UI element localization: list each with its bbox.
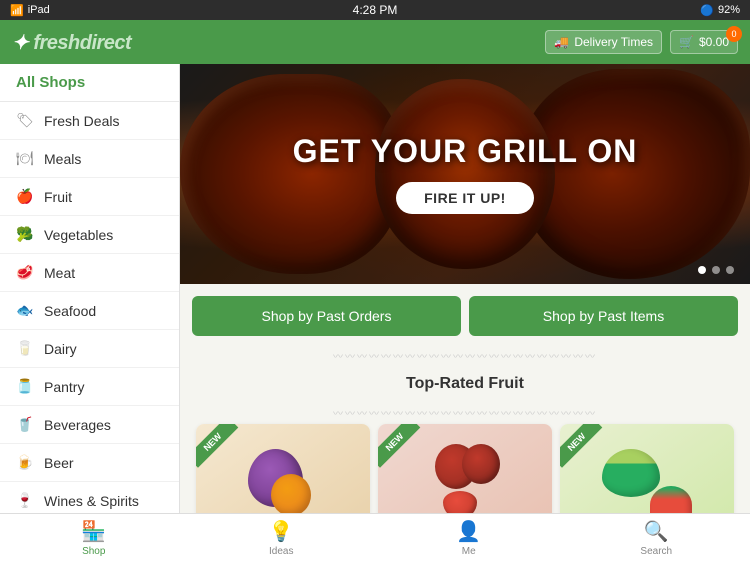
sidebar-item-meat[interactable]: 🥩 Meat [0,254,179,292]
ideas-nav-label: Ideas [269,546,293,557]
sidebar-label-vegetables: Vegetables [44,227,113,243]
sidebar-label-wines: Wines & Spirits [44,493,139,509]
sidebar-item-wines[interactable]: 🍷 Wines & Spirits [0,482,179,513]
hero-text: GET YOUR GRILL ON FIRE IT UP! [293,134,638,213]
hero-title: GET YOUR GRILL ON [293,134,638,169]
sidebar-label-seafood: Seafood [44,303,96,319]
shop-buttons-row: Shop by Past Orders Shop by Past Items [180,284,750,348]
sidebar-header: All Shops [0,64,179,102]
shop-nav-label: Shop [82,546,105,557]
beer-icon: 🍺 [16,454,34,471]
hero-cta-button[interactable]: FIRE IT UP! [396,182,534,214]
sidebar-label-meat: Meat [44,265,75,281]
header-actions: 🚚 Delivery Times 🛒 $0.00 0 [545,30,738,54]
search-nav-icon: 🔍 [644,519,669,544]
tag-icon: 🏷 [16,112,34,129]
search-nav-label: Search [640,546,672,557]
sidebar-item-fruit[interactable]: 🍎 Fruit [0,178,179,216]
nav-item-search[interactable]: 🔍 Search [563,515,750,561]
sidebar-item-vegetables[interactable]: 🥦 Vegetables [0,216,179,254]
watermelon-shape [602,449,660,497]
hero-dots [698,266,734,274]
sidebar: All Shops 🏷 Fresh Deals 🍽 Meals 🍎 Fruit … [0,64,180,513]
hero-dot-3[interactable] [726,266,734,274]
product-card-1: Family Tree Farms Summer Punch Plumcot [378,424,552,513]
beverages-icon: 🥤 [16,416,34,433]
status-time: 4:28 PM [353,3,398,17]
sidebar-item-seafood[interactable]: 🐟 Seafood [0,292,179,330]
hero-banner: GET YOUR GRILL ON FIRE IT UP! [180,64,750,284]
product-image-0 [196,424,370,513]
status-right: 🔵 92% [700,4,740,17]
vegetables-icon: 🥦 [16,226,34,243]
battery-label: 92% [718,4,740,16]
wavy-divider-top: 〰〰〰〰〰〰〰〰〰〰〰〰〰〰〰〰〰〰〰〰〰〰 [180,348,750,367]
nav-item-ideas[interactable]: 💡 Ideas [188,515,376,561]
sidebar-label-fresh-deals: Fresh Deals [44,113,119,129]
cherry2-shape [462,444,500,484]
product-cards-row: Family Tree Farms Purple Aprium [180,424,750,513]
sidebar-label-meals: Meals [44,151,81,167]
sidebar-item-beverages[interactable]: 🥤 Beverages [0,406,179,444]
bottom-navigation: 🏪 Shop 💡 Ideas 👤 Me 🔍 Search [0,513,750,562]
status-left: 📶 iPad [10,4,50,17]
sidebar-label-pantry: Pantry [44,379,84,395]
dairy-icon: 🥛 [16,340,34,357]
sidebar-label-beverages: Beverages [44,417,111,433]
product-image-1 [378,424,552,513]
meals-icon: 🍽 [16,150,34,167]
product-image-2 [560,424,734,513]
sidebar-label-dairy: Dairy [44,341,77,357]
app-logo: ✦ freshdirect [12,30,131,55]
cart-icon: 🛒 [679,35,694,49]
sidebar-item-pantry[interactable]: 🫙 Pantry [0,368,179,406]
wine-icon: 🍷 [16,492,34,509]
nav-item-shop[interactable]: 🏪 Shop [0,515,188,561]
sidebar-label-fruit: Fruit [44,189,72,205]
delivery-times-button[interactable]: 🚚 Delivery Times [545,30,662,54]
meat-icon: 🥩 [16,264,34,281]
strawberry-shape [443,491,477,513]
main-content: GET YOUR GRILL ON FIRE IT UP! Shop by Pa… [180,64,750,513]
peach-shape [271,474,311,513]
wavy-divider-bottom: 〰〰〰〰〰〰〰〰〰〰〰〰〰〰〰〰〰〰〰〰〰〰 [180,405,750,424]
sidebar-item-beer[interactable]: 🍺 Beer [0,444,179,482]
main-layout: All Shops 🏷 Fresh Deals 🍽 Meals 🍎 Fruit … [0,64,750,513]
cart-badge: 0 [726,26,742,42]
ideas-nav-icon: 💡 [269,519,294,544]
nav-item-me[interactable]: 👤 Me [375,515,563,561]
pantry-icon: 🫙 [16,378,34,395]
sidebar-item-dairy[interactable]: 🥛 Dairy [0,330,179,368]
watermelon-half-shape [650,486,692,513]
fruit-icon: 🍎 [16,188,34,205]
hero-dot-1[interactable] [698,266,706,274]
sidebar-label-beer: Beer [44,455,74,471]
carrier-label: iPad [28,4,50,16]
cart-button[interactable]: 🛒 $0.00 0 [670,30,738,54]
section-title-top-rated-fruit: Top-Rated Fruit [180,367,750,405]
me-nav-icon: 👤 [456,519,481,544]
hero-dot-2[interactable] [712,266,720,274]
me-nav-label: Me [462,546,476,557]
wifi-icon: 📶 [10,4,24,17]
product-card-0: Family Tree Farms Purple Aprium [196,424,370,513]
app-header: ✦ freshdirect 🚚 Delivery Times 🛒 $0.00 0 [0,20,750,64]
shop-past-orders-button[interactable]: Shop by Past Orders [192,296,461,336]
seafood-icon: 🐟 [16,302,34,319]
shop-past-items-button[interactable]: Shop by Past Items [469,296,738,336]
truck-icon: 🚚 [554,35,569,49]
sidebar-item-fresh-deals[interactable]: 🏷 Fresh Deals [0,102,179,140]
shop-nav-icon: 🏪 [81,519,106,544]
status-bar: 📶 iPad 4:28 PM 🔵 92% [0,0,750,20]
sidebar-item-meals[interactable]: 🍽 Meals [0,140,179,178]
bluetooth-icon: 🔵 [700,4,714,17]
product-card-2: Any 2 Other Melons for $7.00 Dulcinea Se… [560,424,734,513]
